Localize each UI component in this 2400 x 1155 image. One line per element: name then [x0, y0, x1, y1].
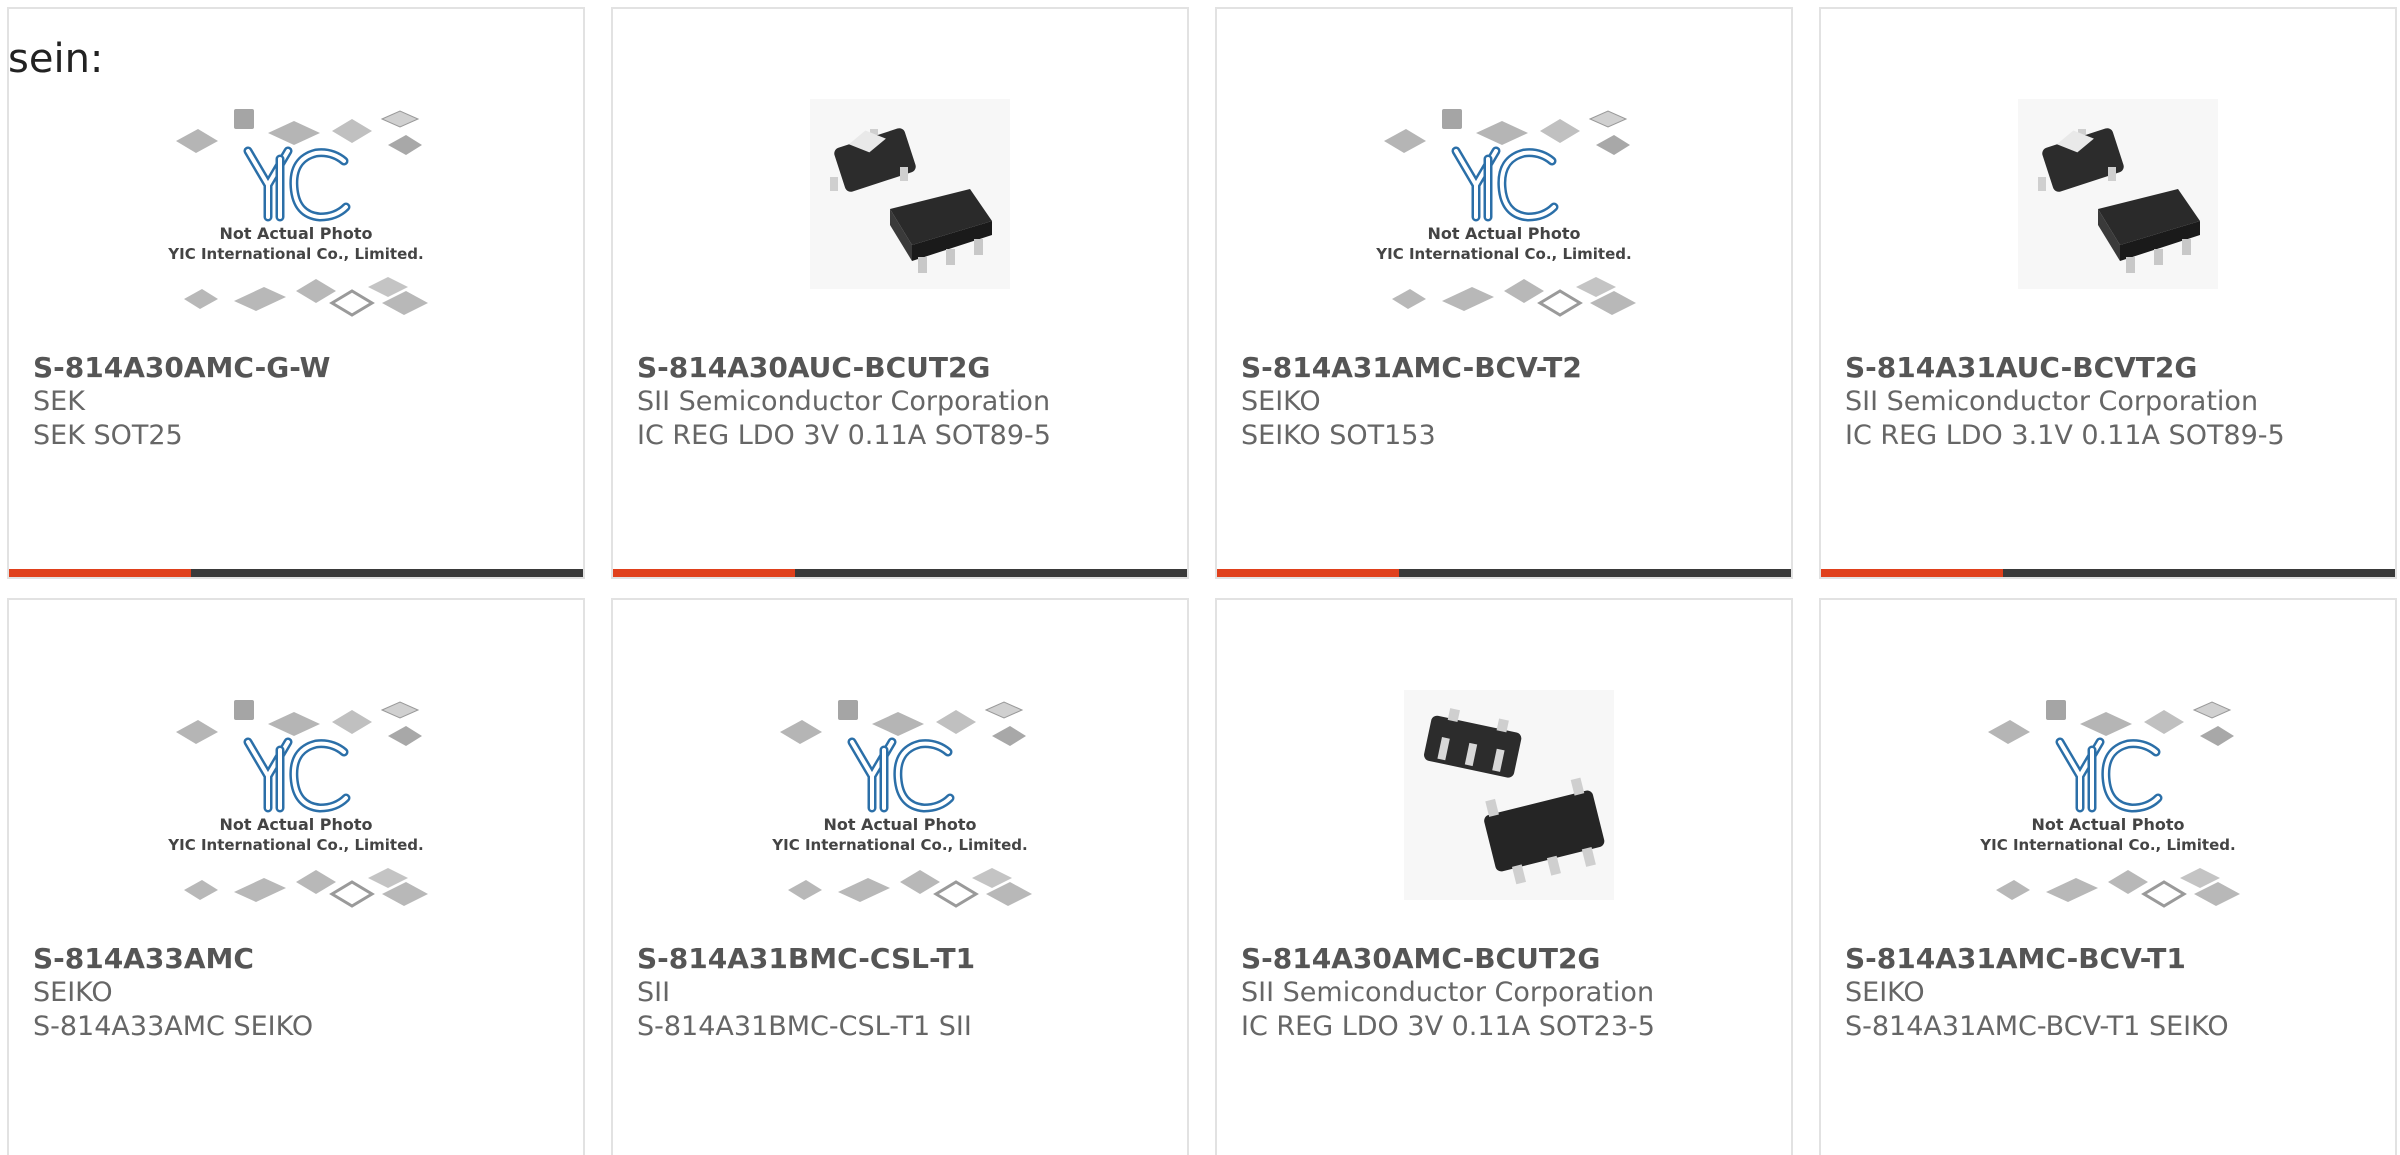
product-card[interactable]: Not Actual Photo YIC International Co., … — [1819, 598, 2397, 1155]
product-description: S-814A31BMC-CSL-T1 SII — [637, 1011, 972, 1042]
product-part-number[interactable]: S-814A30AUC-BCUT2G — [637, 351, 1175, 385]
product-manufacturer: SII Semiconductor Corporation — [637, 386, 1051, 417]
product-manufacturer: SEK — [33, 386, 85, 417]
product-info: S-814A31AMC-BCV-T1 SEIKO S-814A31AMC-BCV… — [1845, 942, 2383, 1044]
product-description: S-814A33AMC SEIKO — [33, 1011, 314, 1042]
card-footer-bar — [1217, 569, 1791, 577]
product-description: S-814A31AMC-BCV-T1 SEIKO — [1845, 1011, 2229, 1042]
product-manufacturer: SEIKO — [1241, 386, 1321, 417]
product-card[interactable]: Not Actual Photo YIC International Co., … — [611, 598, 1189, 1155]
product-card[interactable]: Not Actual Photo YIC International Co., … — [7, 598, 585, 1155]
yic-logo — [243, 146, 351, 222]
product-manufacturer: SII Semiconductor Corporation — [1845, 386, 2259, 417]
product-part-number[interactable]: S-814A31AMC-BCV-T1 — [1845, 942, 2383, 976]
card-footer-bar — [1821, 569, 2395, 577]
product-info: S-814A31BMC-CSL-T1 SII S-814A31BMC-CSL-T… — [637, 942, 1175, 1044]
product-description: SEIKO SOT153 — [1241, 420, 1436, 451]
product-manufacturer: SII Semiconductor Corporation — [1241, 977, 1655, 1008]
product-card[interactable]: S-814A31AUC-BCVT2G SII Semiconductor Cor… — [1819, 7, 2397, 579]
yic-logo — [2055, 737, 2163, 813]
product-info: S-814A31AMC-BCV-T2 SEIKO SEIKO SOT153 — [1241, 351, 1779, 453]
yic-logo — [1451, 146, 1559, 222]
product-image[interactable]: Not Actual Photo YIC International Co., … — [760, 680, 1040, 930]
product-description: IC REG LDO 3.1V 0.11A SOT89-5 — [1845, 420, 2285, 451]
product-info: S-814A33AMC SEIKO S-814A33AMC SEIKO — [33, 942, 571, 1044]
product-description: IC REG LDO 3V 0.11A SOT89-5 — [637, 420, 1051, 451]
svg-text:YIC International Co., Limited: YIC International Co., Limited. — [771, 836, 1027, 854]
product-part-number[interactable]: S-814A30AMC-BCUT2G — [1241, 942, 1779, 976]
card-accent-bar — [613, 569, 795, 577]
yic-logo — [243, 737, 351, 813]
product-part-number[interactable]: S-814A31AMC-BCV-T2 — [1241, 351, 1779, 385]
product-card[interactable]: Not Actual Photo YIC International Co., … — [7, 7, 585, 579]
product-image[interactable] — [1968, 89, 2248, 339]
card-footer-bar — [613, 569, 1187, 577]
card-footer-bar — [9, 569, 583, 577]
product-info: S-814A30AUC-BCUT2G SII Semiconductor Cor… — [637, 351, 1175, 453]
svg-text:YIC International Co., Limited: YIC International Co., Limited. — [167, 836, 423, 854]
card-accent-bar — [9, 569, 191, 577]
product-card[interactable]: S-814A30AMC-BCUT2G SII Semiconductor Cor… — [1215, 598, 1793, 1155]
svg-text:Not Actual Photo: Not Actual Photo — [219, 815, 372, 834]
svg-text:Not Actual Photo: Not Actual Photo — [219, 224, 372, 243]
product-info: S-814A30AMC-G-W SEK SEK SOT25 — [33, 351, 571, 453]
product-manufacturer: SEIKO — [33, 977, 113, 1008]
product-card[interactable]: Not Actual Photo YIC International Co., … — [1215, 7, 1793, 579]
svg-text:Not Actual Photo: Not Actual Photo — [1427, 224, 1580, 243]
product-image[interactable]: Not Actual Photo YIC International Co., … — [1968, 680, 2248, 930]
lead-text: sein: — [8, 36, 104, 82]
product-part-number[interactable]: S-814A31AUC-BCVT2G — [1845, 351, 2383, 385]
product-info: S-814A30AMC-BCUT2G SII Semiconductor Cor… — [1241, 942, 1779, 1044]
card-accent-bar — [1821, 569, 2003, 577]
svg-text:YIC International Co., Limited: YIC International Co., Limited. — [1979, 836, 2235, 854]
svg-text:YIC International Co., Limited: YIC International Co., Limited. — [167, 245, 423, 263]
yic-logo — [847, 737, 955, 813]
product-grid-page: sein: Not Actual Photo YIC International… — [0, 0, 2400, 1155]
card-accent-bar — [1217, 569, 1399, 577]
product-card[interactable]: S-814A30AUC-BCUT2G SII Semiconductor Cor… — [611, 7, 1189, 579]
product-image[interactable]: Not Actual Photo YIC International Co., … — [1364, 89, 1644, 339]
product-image[interactable]: Not Actual Photo YIC International Co., … — [156, 680, 436, 930]
product-image[interactable] — [1364, 680, 1644, 930]
product-part-number[interactable]: S-814A31BMC-CSL-T1 — [637, 942, 1175, 976]
product-description: SEK SOT25 — [33, 420, 183, 451]
product-part-number[interactable]: S-814A33AMC — [33, 942, 571, 976]
product-part-number[interactable]: S-814A30AMC-G-W — [33, 351, 571, 385]
product-image[interactable] — [760, 89, 1040, 339]
product-manufacturer: SEIKO — [1845, 977, 1925, 1008]
svg-text:Not Actual Photo: Not Actual Photo — [823, 815, 976, 834]
svg-text:YIC International Co., Limited: YIC International Co., Limited. — [1375, 245, 1631, 263]
product-info: S-814A31AUC-BCVT2G SII Semiconductor Cor… — [1845, 351, 2383, 453]
product-manufacturer: SII — [637, 977, 671, 1008]
svg-text:Not Actual Photo: Not Actual Photo — [2031, 815, 2184, 834]
product-description: IC REG LDO 3V 0.11A SOT23-5 — [1241, 1011, 1655, 1042]
product-image[interactable]: Not Actual Photo YIC International Co., … — [156, 89, 436, 339]
